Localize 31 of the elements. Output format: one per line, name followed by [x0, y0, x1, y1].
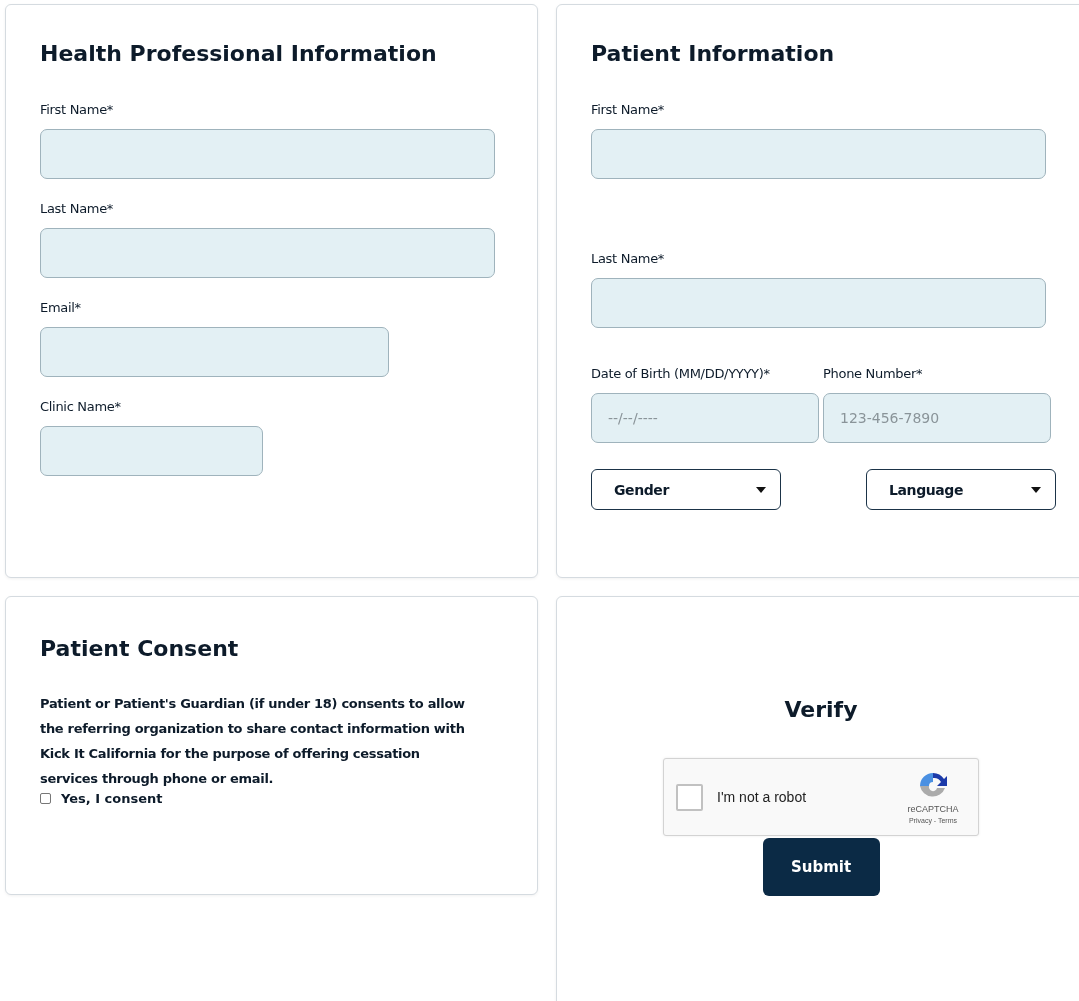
checkbox-label: Yes, I consent	[61, 791, 163, 806]
consent-text: Patient or Patient's Guardian (if under 18) consents to allow the referring organization to share contact information with Kick It California for the purpose of offering cessation services through phone or email.	[40, 695, 466, 788]
captcha-label: I'm not a robot	[717, 789, 808, 805]
field-label: First Name*	[591, 102, 666, 117]
field-label: Last Name*	[40, 201, 115, 216]
captcha-brand: reCAPTCHA	[907, 804, 959, 814]
input-field[interactable]	[40, 129, 495, 179]
submit-button[interactable]: Submit	[762, 838, 880, 896]
field-label: Phone Number*	[823, 366, 924, 381]
caret-icon	[756, 486, 766, 493]
input-field[interactable]: 123-456-7890	[823, 393, 1051, 443]
input-field[interactable]	[591, 278, 1046, 328]
field-label: Clinic Name*	[40, 399, 122, 414]
input-field[interactable]	[40, 228, 495, 278]
section-title: Verify	[784, 697, 858, 722]
dropdown[interactable]: Gender	[591, 469, 781, 510]
field-label: First Name*	[40, 102, 115, 117]
caret-icon	[1031, 486, 1041, 493]
section-title: Patient Consent	[40, 636, 240, 661]
input-field[interactable]: --/--/----	[591, 393, 819, 443]
checkbox[interactable]	[40, 793, 51, 804]
field-label: Date of Birth (MM/DD/YYYY)*	[591, 366, 771, 381]
input-field[interactable]	[40, 327, 389, 377]
dropdown[interactable]: Language	[866, 469, 1056, 510]
field-label: Email*	[40, 300, 82, 315]
input-field[interactable]	[591, 129, 1046, 179]
checkbox[interactable]	[676, 783, 703, 811]
input-field[interactable]	[40, 426, 263, 476]
field-label: Last Name*	[591, 251, 666, 266]
section-title: Patient Information	[591, 41, 836, 66]
section-title: Health Professional Information	[40, 41, 438, 66]
